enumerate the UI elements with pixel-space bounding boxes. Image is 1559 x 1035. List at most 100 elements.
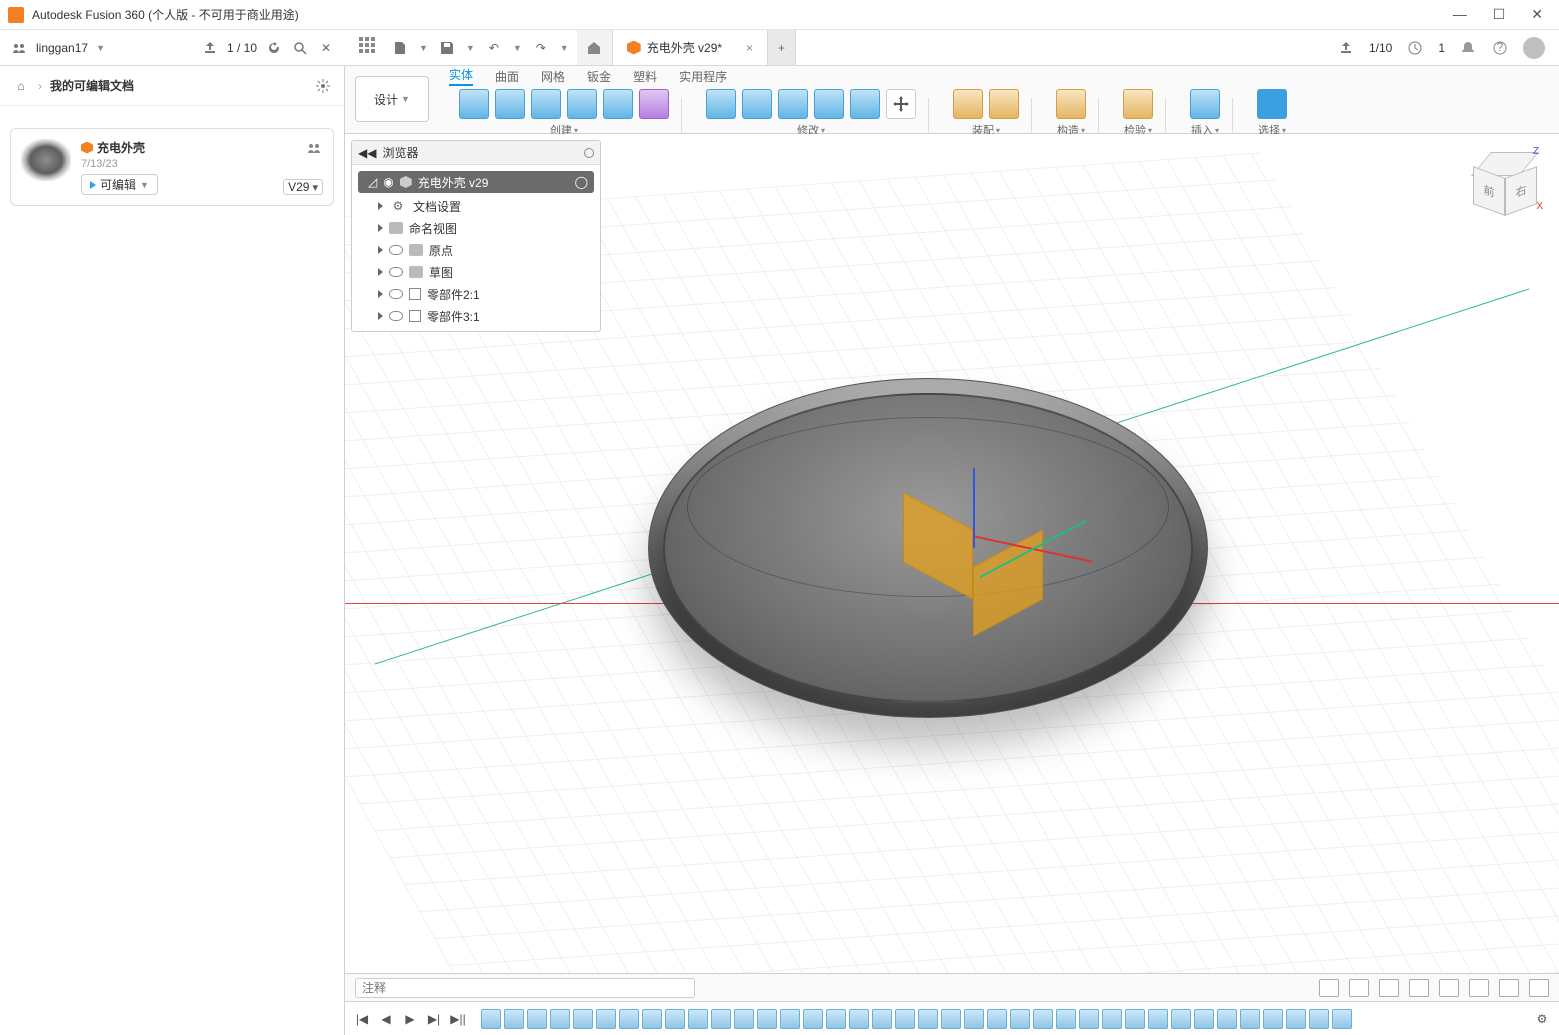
- canvas[interactable]: ◀◀ 浏览器 ◿◉ 充电外壳 v29 ◯ ⚙文档设置 命名视图 原点 草图 零部: [345, 134, 1559, 1035]
- timeline-op[interactable]: [1148, 1009, 1168, 1029]
- viewports-icon[interactable]: [1529, 979, 1549, 997]
- presspull-icon[interactable]: [706, 89, 736, 119]
- eye-icon[interactable]: [389, 245, 403, 255]
- fillet-icon[interactable]: [742, 89, 772, 119]
- timeline-op[interactable]: [1010, 1009, 1030, 1029]
- timeline-op[interactable]: [826, 1009, 846, 1029]
- tree-root[interactable]: ◿◉ 充电外壳 v29 ◯: [358, 171, 594, 193]
- save-icon[interactable]: [438, 39, 456, 57]
- comment-input[interactable]: [355, 978, 695, 998]
- tab-utilities[interactable]: 实用程序: [679, 68, 727, 85]
- split-icon[interactable]: [850, 89, 880, 119]
- tree-node-sketches[interactable]: 草图: [352, 261, 600, 283]
- timeline-op[interactable]: [1286, 1009, 1306, 1029]
- combine-icon[interactable]: [814, 89, 844, 119]
- timeline-op[interactable]: [757, 1009, 777, 1029]
- tab-sheetmetal[interactable]: 钣金: [587, 68, 611, 85]
- timeline-settings-icon[interactable]: ⚙: [1533, 1010, 1551, 1028]
- timeline-op[interactable]: [1033, 1009, 1053, 1029]
- file-card[interactable]: 充电外壳 7/13/23 可编辑 ▼ V29 ▾: [10, 128, 334, 206]
- timeline-last[interactable]: ▶||: [449, 1010, 467, 1028]
- browser-settings-icon[interactable]: [584, 148, 594, 158]
- timeline-op[interactable]: [1309, 1009, 1329, 1029]
- timeline-op[interactable]: [941, 1009, 961, 1029]
- timeline-op[interactable]: [619, 1009, 639, 1029]
- tab-solid[interactable]: 实体: [449, 66, 473, 86]
- construct-plane-icon[interactable]: [1056, 89, 1086, 119]
- gear-icon[interactable]: [314, 77, 332, 95]
- tab-plastic[interactable]: 塑料: [633, 68, 657, 85]
- timeline-op[interactable]: [987, 1009, 1007, 1029]
- timeline-op[interactable]: [1217, 1009, 1237, 1029]
- move-icon[interactable]: [886, 89, 916, 119]
- team-icon[interactable]: [10, 39, 28, 57]
- refresh-icon[interactable]: [265, 39, 283, 57]
- document-tab[interactable]: 充电外壳 v29* ×: [613, 30, 768, 65]
- timeline-op[interactable]: [1263, 1009, 1283, 1029]
- tree-node-comp2[interactable]: 零部件2:1: [352, 283, 600, 305]
- fit-icon[interactable]: [1439, 979, 1459, 997]
- timeline-op[interactable]: [711, 1009, 731, 1029]
- tab-close-icon[interactable]: ×: [746, 41, 753, 55]
- new-file-icon[interactable]: [391, 39, 409, 57]
- orbit-icon[interactable]: [1319, 979, 1339, 997]
- pattern-icon[interactable]: [603, 89, 633, 119]
- new-tab-button[interactable]: +: [768, 30, 796, 65]
- timeline-op[interactable]: [665, 1009, 685, 1029]
- insert-icon[interactable]: [1190, 89, 1220, 119]
- window-minimize-button[interactable]: —: [1453, 6, 1467, 23]
- timeline-op[interactable]: [849, 1009, 869, 1029]
- timeline-op[interactable]: [642, 1009, 662, 1029]
- undo-icon[interactable]: ↶: [485, 39, 503, 57]
- pan-icon[interactable]: [1379, 979, 1399, 997]
- editable-chip[interactable]: 可编辑 ▼: [81, 174, 158, 195]
- timeline-op[interactable]: [918, 1009, 938, 1029]
- asbuilt-joint-icon[interactable]: [989, 89, 1019, 119]
- timeline-op[interactable]: [780, 1009, 800, 1029]
- timeline-op[interactable]: [1240, 1009, 1260, 1029]
- tab-mesh[interactable]: 网格: [541, 68, 565, 85]
- joint-icon[interactable]: [953, 89, 983, 119]
- help-icon[interactable]: ?: [1491, 39, 1509, 57]
- timeline-op[interactable]: [481, 1009, 501, 1029]
- app-grid-icon[interactable]: [359, 37, 381, 59]
- display-icon[interactable]: [1469, 979, 1489, 997]
- upload-icon[interactable]: [201, 39, 219, 57]
- eye-icon[interactable]: [389, 311, 403, 321]
- tree-node-comp3[interactable]: 零部件3:1: [352, 305, 600, 327]
- timeline-op[interactable]: [1056, 1009, 1076, 1029]
- timeline-op[interactable]: [527, 1009, 547, 1029]
- tree-node-namedviews[interactable]: 命名视图: [352, 217, 600, 239]
- select-icon[interactable]: [1257, 89, 1287, 119]
- workspace-switcher[interactable]: 设计 ▼: [355, 76, 429, 122]
- revolve-icon[interactable]: [531, 89, 561, 119]
- extrude-icon[interactable]: [495, 89, 525, 119]
- grid-toggle-icon[interactable]: [1499, 979, 1519, 997]
- eye-icon[interactable]: [389, 267, 403, 277]
- timeline-op[interactable]: [734, 1009, 754, 1029]
- window-close-button[interactable]: ✕: [1531, 6, 1543, 23]
- timeline-first[interactable]: |◀: [353, 1010, 371, 1028]
- zoom-icon[interactable]: [1409, 979, 1429, 997]
- timeline-op[interactable]: [1332, 1009, 1352, 1029]
- eye-icon[interactable]: [389, 289, 403, 299]
- job-clock-icon[interactable]: [1406, 39, 1424, 57]
- timeline-prev[interactable]: ◀: [377, 1010, 395, 1028]
- tab-surface[interactable]: 曲面: [495, 68, 519, 85]
- timeline-op[interactable]: [1102, 1009, 1122, 1029]
- browser-collapse-icon[interactable]: ◀◀: [358, 146, 376, 160]
- timeline-op[interactable]: [964, 1009, 984, 1029]
- model-body[interactable]: [648, 378, 1208, 718]
- timeline-op[interactable]: [1194, 1009, 1214, 1029]
- browser-panel[interactable]: ◀◀ 浏览器 ◿◉ 充电外壳 v29 ◯ ⚙文档设置 命名视图 原点 草图 零部: [351, 140, 601, 332]
- window-maximize-button[interactable]: ☐: [1493, 6, 1506, 23]
- timeline-op[interactable]: [688, 1009, 708, 1029]
- form-icon[interactable]: [639, 89, 669, 119]
- tree-node-docsettings[interactable]: ⚙文档设置: [352, 195, 600, 217]
- timeline-op[interactable]: [895, 1009, 915, 1029]
- notification-bell-icon[interactable]: [1459, 39, 1477, 57]
- version-tag[interactable]: V29 ▾: [283, 179, 323, 195]
- timeline-next[interactable]: ▶|: [425, 1010, 443, 1028]
- breadcrumb-folder[interactable]: 我的可编辑文档: [50, 77, 134, 94]
- close-panel-icon[interactable]: ✕: [317, 39, 335, 57]
